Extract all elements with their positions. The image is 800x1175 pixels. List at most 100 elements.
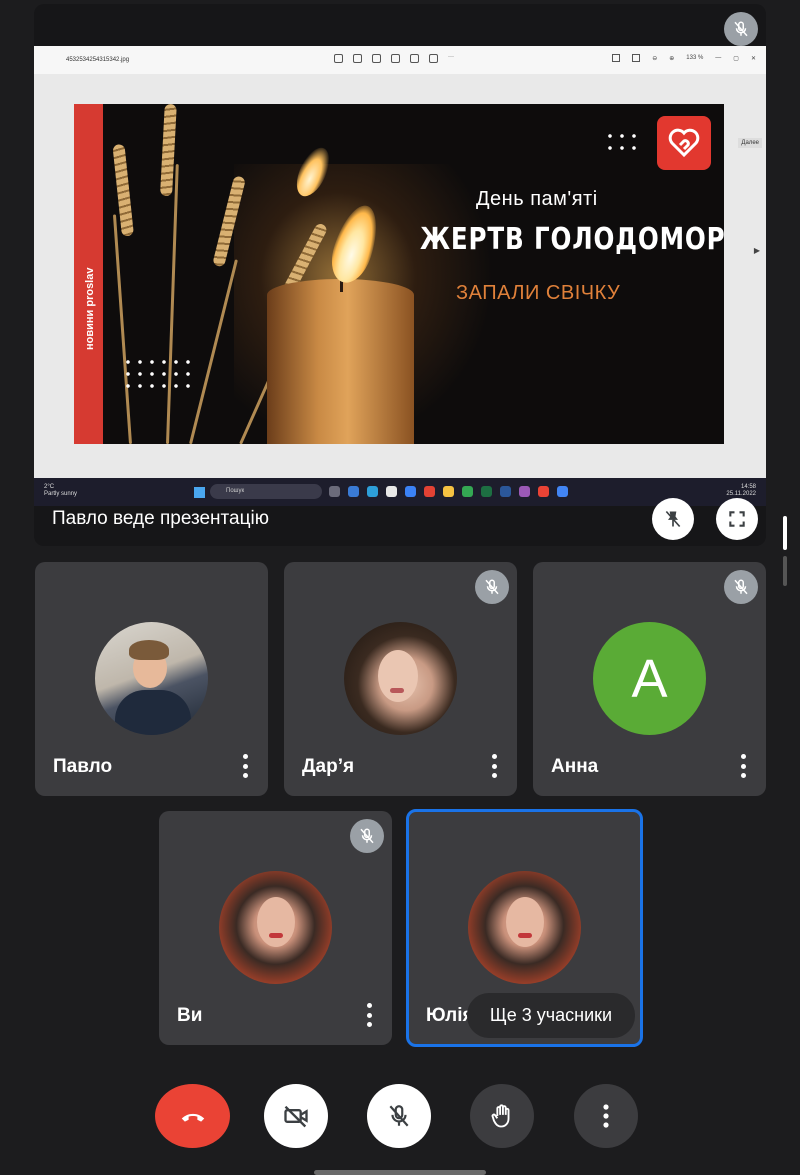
taskbar-search: Пошук (210, 484, 322, 499)
wheat-stalk (189, 259, 238, 444)
maximize-icon: ▢ (733, 55, 739, 62)
shared-screen: 4532534254315342.jpg ··· ⊖ ⊕ 133 % — ▢ ✕… (34, 46, 766, 506)
app-icon (443, 486, 454, 497)
slide-title-3: ЗАПАЛИ СВІЧКУ (456, 282, 621, 304)
avatar (95, 622, 208, 735)
mic-off-icon (724, 570, 758, 604)
app-icon (462, 486, 473, 497)
windows-start-icon (194, 487, 205, 498)
dots-decoration-small (604, 130, 640, 154)
red-strip: новини proslav (74, 104, 103, 444)
fullscreen-button[interactable] (716, 498, 758, 540)
phone-hangup-icon (181, 1113, 204, 1122)
minimize-icon: — (715, 55, 722, 61)
app-icon (519, 486, 530, 497)
participant-tile[interactable]: Павло (35, 562, 268, 796)
next-arrow-icon: ▶ (753, 246, 760, 255)
file-name: 4532534254315342.jpg (66, 57, 130, 63)
avatar-face (506, 897, 544, 947)
more-options-button[interactable] (574, 1084, 638, 1148)
candle (267, 279, 414, 444)
weather-temp: 2°C (44, 484, 55, 490)
app-icon (405, 486, 416, 497)
fit-icon (632, 54, 641, 62)
home-indicator[interactable] (314, 1170, 486, 1175)
zoom-out-icon: ⊖ (652, 55, 658, 62)
avatar-face (257, 897, 295, 947)
avatar-lips (518, 933, 532, 938)
more-participants-button[interactable]: Ще 3 учасники (467, 993, 635, 1038)
participant-more-button[interactable] (491, 754, 497, 778)
taskbar-time: 14:58 (740, 484, 756, 490)
participant-tile-self[interactable]: Ви (159, 811, 392, 1045)
participant-name: Павло (53, 756, 113, 777)
app-icon (367, 486, 378, 497)
delete-icon (372, 54, 381, 63)
presenter-label: Павло веде презентацію (52, 508, 269, 529)
viewer-tools: ··· (334, 54, 457, 63)
expand-icon (612, 54, 621, 62)
app-icon (500, 486, 511, 497)
fullscreen-icon (729, 511, 745, 527)
mic-off-icon (389, 1105, 409, 1127)
participant-more-button[interactable] (242, 754, 248, 778)
participant-more-button[interactable] (740, 754, 746, 778)
wheat-stalk (112, 214, 132, 444)
taskbar-date: 25.11.2022 (726, 491, 756, 497)
app-icon (348, 486, 359, 497)
brand-logo (657, 116, 711, 170)
camera-toggle-button[interactable] (264, 1084, 328, 1148)
avatar-face (378, 650, 418, 702)
participant-more-button[interactable] (366, 1003, 372, 1027)
avatar (468, 871, 581, 984)
unpin-icon (665, 510, 681, 528)
taskbar-clock: 14:58 25.11.2022 (726, 484, 756, 498)
mic-off-icon (475, 570, 509, 604)
wheat-stalk (166, 164, 179, 444)
viewer-right-tools: ⊖ ⊕ 133 % — ▢ ✕ (612, 54, 756, 62)
avatar-hair (129, 640, 169, 660)
meet-call-screen: 4532534254315342.jpg ··· ⊖ ⊕ 133 % — ▢ ✕… (0, 0, 800, 1175)
zoom-in-icon: ⊕ (669, 55, 675, 62)
slide-title-1: День пам'яті (476, 188, 598, 210)
rotate-icon (353, 54, 362, 63)
participant-name: Анна (551, 756, 599, 777)
dots-decoration (122, 356, 194, 396)
close-icon: ✕ (750, 55, 756, 62)
avatar-lips (269, 933, 283, 938)
next-button-label: Далее (738, 138, 762, 148)
unpin-button[interactable] (652, 498, 694, 540)
mic-toggle-button[interactable] (367, 1084, 431, 1148)
viewer-canvas: Далее ▶ новини proslav День пам'яті ЖЕРТ… (34, 74, 766, 478)
camera-off-icon (284, 1105, 308, 1128)
avatar (219, 871, 332, 984)
windows-taskbar: 2°C Partly sunny Пошук 14:58 25.11.2022 (34, 478, 766, 506)
participant-name: Дар’я (302, 756, 355, 777)
participant-tile[interactable]: Дар’я (284, 562, 517, 796)
participant-tile-active[interactable]: Юлія Ще 3 учасники (406, 809, 643, 1047)
app-icon (386, 486, 397, 497)
more-vert-icon (603, 1104, 609, 1128)
scrollbar-track[interactable] (783, 556, 787, 586)
app-icon (557, 486, 568, 497)
end-call-button[interactable] (155, 1084, 230, 1148)
more-icon: ··· (448, 54, 454, 60)
taskbar-weather: 2°C Partly sunny (44, 484, 77, 498)
slideshow-icon (429, 54, 438, 63)
participant-name: Ви (177, 1005, 203, 1026)
raise-hand-button[interactable] (470, 1084, 534, 1148)
participant-tile[interactable]: A Анна (533, 562, 766, 796)
slide-image: новини proslav День пам'яті ЖЕРТВ ГОЛОДО… (74, 104, 724, 444)
info-icon (410, 54, 419, 63)
weather-desc: Partly sunny (44, 491, 78, 497)
presentation-panel[interactable]: 4532534254315342.jpg ··· ⊖ ⊕ 133 % — ▢ ✕… (34, 4, 766, 546)
scrollbar-thumb[interactable] (783, 516, 787, 550)
heart-icon (391, 54, 400, 63)
mic-off-icon (350, 819, 384, 853)
app-icon (481, 486, 492, 497)
hand-icon (491, 1104, 510, 1128)
zoom-level: 133 % (686, 55, 704, 61)
slide-title-2: ЖЕРТВ ГОЛОДОМОРІВ (420, 222, 724, 257)
presenter-mic-off-icon (724, 12, 758, 46)
app-icon (424, 486, 435, 497)
